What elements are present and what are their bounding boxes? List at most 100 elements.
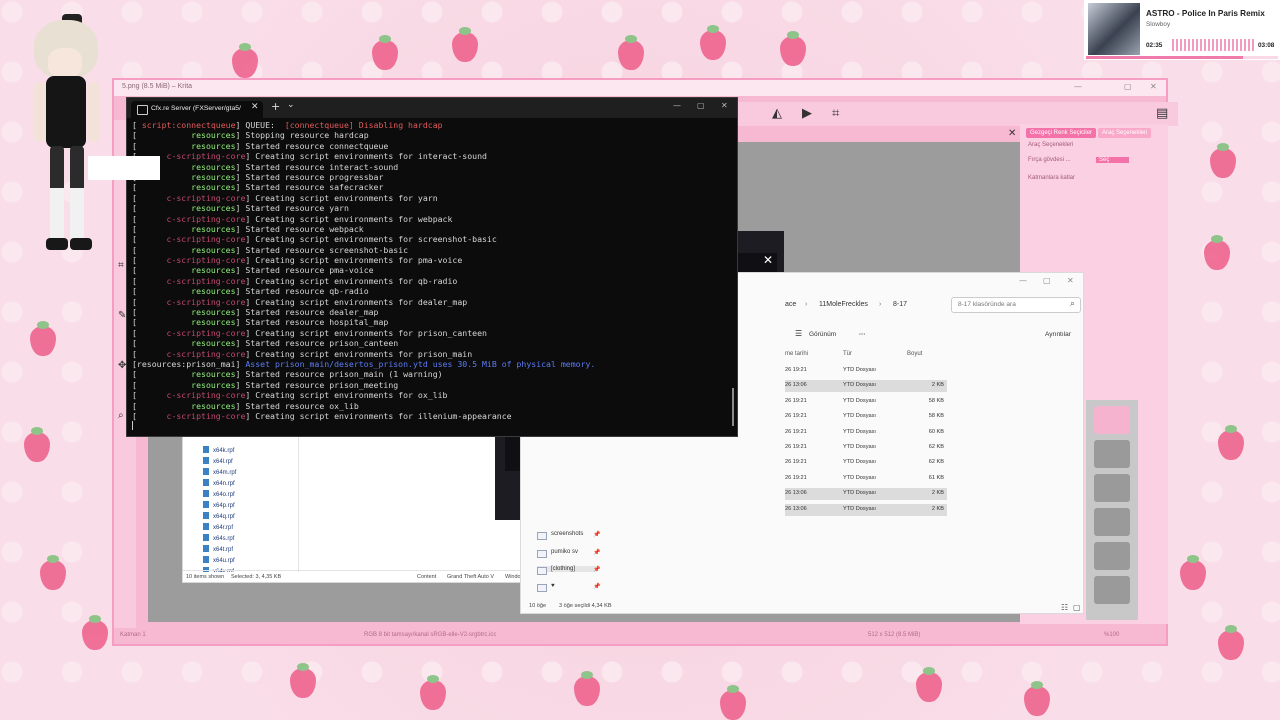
strawberry-decor: [720, 685, 746, 720]
nav-item-screenshots[interactable]: screenshots: [537, 531, 583, 540]
file-row[interactable]: 26 19:21 YTD Dosyası 62 KB: [785, 457, 947, 469]
minimize-icon[interactable]: —: [673, 101, 681, 110]
maximize-icon[interactable]: ▢: [1124, 82, 1132, 91]
docker-tab-tool-options[interactable]: Araç Seçenekleri: [1098, 128, 1152, 138]
file-item[interactable]: x64m.rpf: [203, 468, 236, 476]
brush-preset[interactable]: [1094, 474, 1130, 502]
brush-preset[interactable]: [1094, 406, 1130, 434]
file-item[interactable]: x64l.rpf: [203, 457, 233, 465]
column-date[interactable]: me tarihi: [785, 351, 808, 357]
terminal-segment: resources: [191, 379, 236, 390]
file-item[interactable]: x64u.rpf: [203, 556, 235, 564]
terminal-segment: ] Started resource pma-voice: [235, 265, 374, 276]
file-row[interactable]: 26 13:06 YTD Dosyası 2 KB: [785, 488, 947, 501]
file-item[interactable]: x64t.rpf: [203, 545, 233, 553]
status-layer: Katman 1: [120, 632, 146, 638]
terminal-segment: ] Creating script environments for yarn: [245, 192, 438, 203]
terminal-segment: resources: [191, 161, 236, 172]
file-item[interactable]: x64s.rpf: [203, 534, 234, 542]
file-date: 26 19:21: [785, 367, 807, 373]
file-row[interactable]: 26 19:21 YTD Dosyası 58 KB: [785, 396, 947, 408]
file-row[interactable]: 26 19:21 YTD Dosyası 58 KB: [785, 411, 947, 423]
details-view-icon[interactable]: ☷: [1061, 603, 1068, 612]
file-row[interactable]: 26 19:21 YTD Dosyası 62 KB: [785, 442, 947, 454]
album-art: [1088, 3, 1140, 55]
strawberry-decor: [1210, 143, 1236, 178]
file-row[interactable]: 26 13:06 YTD Dosyası 2 KB: [785, 380, 947, 393]
brush-preset[interactable]: [1094, 440, 1130, 468]
file-item[interactable]: x64o.rpf: [203, 490, 235, 498]
terminal-line: [ resources] Started resource dealer_map: [132, 307, 728, 317]
more-options-button[interactable]: ···: [859, 331, 866, 338]
docker-tab-color[interactable]: Gezgeçi Renk Seçiciler: [1026, 128, 1097, 138]
close-canvas-icon[interactable]: ✕: [1008, 128, 1016, 139]
docker-heading: Araç Seçenekleri: [1028, 142, 1074, 148]
column-size[interactable]: Boyut: [907, 351, 922, 357]
file-item[interactable]: x64p.rpf: [203, 501, 235, 509]
file-row[interactable]: 26 19:21 YTD Dosyası 61 KB: [785, 473, 947, 485]
terminal-segment: c-scripting-core: [166, 296, 246, 307]
maximize-icon[interactable]: ▢: [697, 101, 705, 110]
search-input[interactable]: 8-17 klasöründe ara: [951, 297, 1081, 313]
close-icon[interactable]: ✕: [1150, 82, 1157, 91]
brush-preset[interactable]: [1094, 508, 1130, 536]
strawberry-decor: [30, 321, 56, 356]
brush-preset[interactable]: [1094, 542, 1130, 570]
terminal-line: [ resources] Started resource screenshot…: [132, 245, 728, 255]
terminal-scrollbar[interactable]: [732, 388, 734, 426]
terminal-segment: resources: [191, 223, 236, 234]
terminal-segment: [: [132, 130, 192, 141]
file-type: YTD Dosyası: [843, 367, 876, 373]
terminal-segment: ] Creating script environments for deale…: [245, 296, 468, 307]
file-size: 2 KB: [931, 505, 944, 512]
terminal-segment: ] Started resource ox_lib: [235, 400, 359, 411]
terminal-line: [ c-scripting-core] Creating script envi…: [132, 276, 728, 286]
layout-icon[interactable]: ▤: [1156, 106, 1168, 121]
terminal-output[interactable]: [ script:connectqueue] QUEUE: [connectqu…: [132, 120, 728, 432]
status-zoom[interactable]: %100: [1104, 632, 1119, 638]
close-icon[interactable]: ✕: [763, 253, 773, 267]
file-size: 61 KB: [928, 474, 944, 481]
brush-preset[interactable]: [1094, 576, 1130, 604]
breadcrumb-item[interactable]: ace: [785, 301, 796, 308]
file-row[interactable]: 26 19:21 YTD Dosyası 60 KB: [785, 427, 947, 439]
file-item[interactable]: x64q.rpf: [203, 512, 235, 520]
close-icon[interactable]: ✕: [1067, 276, 1074, 285]
avatar-body: [46, 76, 86, 148]
column-type[interactable]: Tür: [843, 351, 852, 357]
docker-checkbox[interactable]: Katmanlara katlar: [1028, 175, 1075, 181]
new-tab-icon[interactable]: +: [271, 100, 280, 113]
tiles-view-icon[interactable]: ▢: [1073, 603, 1081, 612]
zoom-tool-icon[interactable]: ⌕: [118, 410, 124, 421]
minimize-icon[interactable]: —: [1019, 276, 1027, 285]
terminal-window: Cfx.re Server (FXServer/gta5/ ✕ + ⌄ — ▢ …: [126, 97, 738, 437]
minimize-icon[interactable]: —: [1074, 82, 1082, 91]
chevron-down-icon[interactable]: ⌄: [287, 100, 295, 110]
file-item[interactable]: x64k.rpf: [203, 446, 234, 454]
crop-tool-icon[interactable]: ⌗: [118, 260, 124, 271]
view-button[interactable]: Görünüm: [809, 331, 836, 338]
file-item[interactable]: x64r.rpf: [203, 523, 233, 531]
nav-item-clothing[interactable]: [clothing]: [537, 566, 597, 575]
pin-icon: 📌: [593, 531, 601, 538]
details-button[interactable]: Ayrıntılar: [1045, 331, 1071, 338]
mirror-vertical-icon[interactable]: ▶: [802, 106, 812, 121]
terminal-tab[interactable]: Cfx.re Server (FXServer/gta5/ ✕: [131, 101, 263, 118]
terminal-segment: [: [132, 265, 192, 276]
crop-icon[interactable]: ⌗: [832, 106, 839, 121]
terminal-segment: ]: [235, 120, 246, 130]
file-row[interactable]: 26 19:21 YTD Dosyası: [785, 365, 947, 377]
close-icon[interactable]: ✕: [721, 101, 728, 110]
maximize-icon[interactable]: ▢: [1043, 276, 1051, 285]
terminal-prompt[interactable]: [132, 421, 728, 431]
breadcrumb-item[interactable]: 8-17: [893, 301, 907, 308]
file-item[interactable]: x64n.rpf: [203, 479, 235, 487]
nav-item-heart[interactable]: ♥: [537, 583, 555, 592]
file-row[interactable]: 26 13:06 YTD Dosyası 2 KB: [785, 503, 947, 516]
view-icon: ☰: [795, 329, 803, 338]
nav-item-pumiko[interactable]: pumiko sv: [537, 549, 578, 558]
breadcrumb-item[interactable]: 11MoleFreckles: [819, 301, 868, 308]
docker-dropdown[interactable]: Seç: [1096, 157, 1130, 163]
mirror-horizontal-icon[interactable]: ◭: [772, 106, 782, 121]
close-tab-icon[interactable]: ✕: [251, 102, 259, 112]
